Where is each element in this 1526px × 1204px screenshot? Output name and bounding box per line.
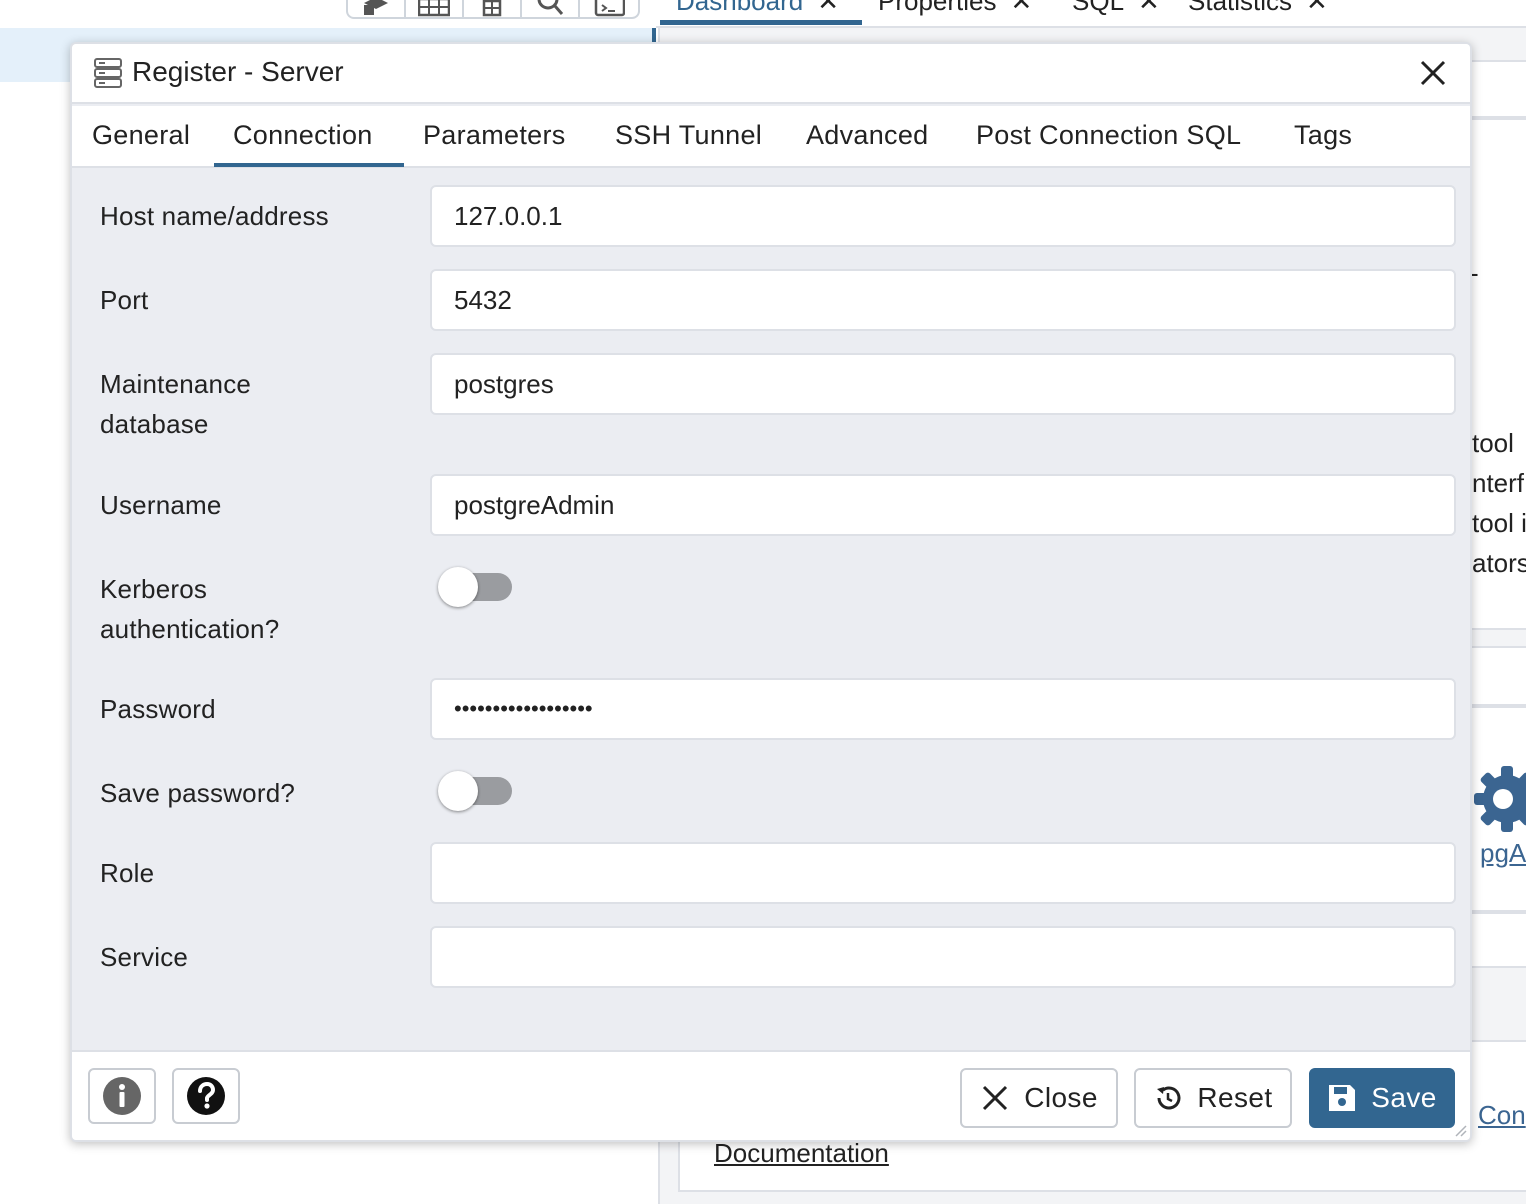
- maintenance-db-label: Maintenance database: [100, 364, 251, 444]
- tab-advanced[interactable]: Advanced: [806, 120, 929, 151]
- tab-connection[interactable]: Connection: [233, 120, 373, 151]
- object-explorer-toolbar: [346, 0, 640, 19]
- password-label: Password: [100, 694, 216, 724]
- password-input[interactable]: [430, 678, 1456, 740]
- table-icon: [418, 0, 450, 17]
- close-icon: [983, 1085, 1008, 1111]
- welcome-text-fragment: ators: [1472, 548, 1526, 578]
- close-icon[interactable]: ✕: [1011, 0, 1033, 17]
- close-button[interactable]: Close: [960, 1068, 1118, 1128]
- close-icon[interactable]: [1420, 60, 1446, 86]
- tab-dashboard[interactable]: Dashboard ✕: [676, 0, 839, 17]
- label-line: Maintenance: [100, 369, 252, 399]
- tab-parameters[interactable]: Parameters: [423, 120, 566, 151]
- tab-statistics[interactable]: Statistics ✕: [1188, 0, 1328, 17]
- info-icon: [103, 1077, 141, 1115]
- register-server-dialog: Register - Server General Connection Par…: [70, 42, 1472, 1142]
- grid-icon: [482, 0, 502, 17]
- toggle-knob: [438, 771, 478, 811]
- toggle-knob: [438, 567, 478, 607]
- welcome-text-fragment: tool i: [1472, 508, 1526, 538]
- save-icon: [1329, 1085, 1356, 1111]
- terminal-icon: [594, 0, 625, 17]
- search-objects-button[interactable]: [522, 0, 580, 17]
- save-password-label: Save password?: [100, 778, 296, 808]
- username-input[interactable]: [430, 474, 1456, 536]
- connect-link[interactable]: Con: [1478, 1100, 1526, 1131]
- psql-tool-button[interactable]: [580, 0, 638, 17]
- host-label: Host name/address: [100, 201, 329, 231]
- info-button[interactable]: [88, 1068, 156, 1124]
- kerberos-toggle[interactable]: [438, 565, 516, 607]
- tab-label: Statistics: [1188, 0, 1293, 16]
- welcome-text-fragment: tool: [1472, 428, 1514, 458]
- maintenance-db-input[interactable]: [430, 353, 1456, 415]
- gear-icon: [1474, 766, 1526, 832]
- host-input[interactable]: [430, 185, 1456, 247]
- username-label: Username: [100, 490, 222, 520]
- dialog-title: Register - Server: [132, 56, 344, 87]
- help-button[interactable]: [172, 1068, 240, 1124]
- close-icon[interactable]: ✕: [1138, 0, 1160, 17]
- dialog-header[interactable]: Register - Server: [72, 44, 1470, 104]
- search-icon: [537, 0, 564, 15]
- service-input[interactable]: [430, 926, 1456, 988]
- reset-button-label: Reset: [1197, 1082, 1273, 1113]
- object-explorer-icon: [364, 0, 388, 15]
- active-tab-indicator: [214, 163, 404, 167]
- configure-link[interactable]: pgA: [1480, 838, 1526, 869]
- tab-sql[interactable]: SQL ✕: [1072, 0, 1160, 17]
- reset-button[interactable]: Reset: [1134, 1068, 1292, 1128]
- label-line: Kerberos: [100, 574, 208, 604]
- role-input[interactable]: [430, 842, 1456, 904]
- tab-post-connection-sql[interactable]: Post Connection SQL: [976, 120, 1241, 151]
- tab-label: Properties: [878, 0, 997, 16]
- tab-ssh-tunnel[interactable]: SSH Tunnel: [615, 120, 762, 151]
- help-icon: [187, 1077, 225, 1115]
- close-icon[interactable]: ✕: [1306, 0, 1328, 17]
- close-button-label: Close: [1024, 1082, 1098, 1113]
- close-icon[interactable]: ✕: [817, 0, 839, 17]
- tab-label: SQL: [1072, 0, 1125, 16]
- tab-properties[interactable]: Properties ✕: [878, 0, 1032, 17]
- documentation-link[interactable]: Documentation: [714, 1138, 889, 1169]
- tab-tags[interactable]: Tags: [1294, 120, 1352, 151]
- kerberos-label: Kerberos authentication?: [100, 569, 279, 649]
- view-table-button[interactable]: [406, 0, 464, 17]
- reset-icon: [1157, 1086, 1181, 1110]
- tab-general[interactable]: General: [92, 120, 190, 151]
- dashboard-tab-indicator: [660, 20, 862, 25]
- resize-handle-icon[interactable]: [1452, 1122, 1468, 1138]
- tab-label: Dashboard: [676, 0, 804, 16]
- label-line: authentication?: [100, 614, 280, 644]
- dialog-tabs: General Connection Parameters SSH Tunnel…: [72, 106, 1470, 168]
- service-label: Service: [100, 942, 189, 972]
- label-line: database: [100, 409, 209, 439]
- save-button-label: Save: [1371, 1082, 1437, 1113]
- save-button[interactable]: Save: [1309, 1068, 1455, 1128]
- filtered-rows-button[interactable]: [464, 0, 522, 17]
- server-icon: [94, 58, 122, 88]
- role-label: Role: [100, 858, 155, 888]
- welcome-text-fragment: nterf: [1472, 468, 1525, 498]
- object-explorer-button[interactable]: [348, 0, 406, 17]
- save-password-toggle[interactable]: [438, 769, 516, 811]
- dialog-footer: Close Reset Save: [72, 1050, 1470, 1140]
- port-input[interactable]: [430, 269, 1456, 331]
- port-label: Port: [100, 285, 149, 315]
